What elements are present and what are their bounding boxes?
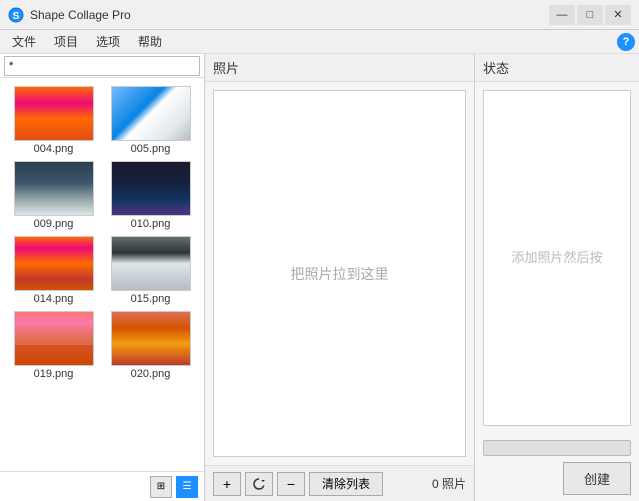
minimize-button[interactable]: — — [549, 5, 575, 25]
photo-filename: 009.png — [34, 218, 74, 230]
list-item[interactable]: 004.png — [8, 86, 99, 155]
menu-project[interactable]: 项目 — [46, 31, 86, 52]
photos-panel: 照片 把照片拉到这里 + − 清除列表 0 照片 — [205, 54, 475, 501]
photo-toolbar: + − 清除列表 0 照片 — [205, 465, 474, 501]
clear-list-button[interactable]: 清除列表 — [309, 472, 383, 496]
photo-thumbnail — [14, 236, 94, 291]
status-panel: 状态 添加照片然后按 创建 — [475, 54, 639, 501]
list-item[interactable]: 014.png — [8, 236, 99, 305]
photo-filename: 005.png — [131, 143, 171, 155]
photo-thumbnail — [14, 161, 94, 216]
title-bar-left: S Shape Collage Pro — [8, 7, 131, 23]
preview-area: 添加照片然后按 — [483, 90, 631, 426]
menu-bar-right: ? — [617, 33, 635, 51]
menu-help[interactable]: 帮助 — [130, 31, 170, 52]
menu-options[interactable]: 选项 — [88, 31, 128, 52]
menu-file[interactable]: 文件 — [4, 31, 44, 52]
photo-count: 0 照片 — [432, 475, 466, 492]
help-button[interactable]: ? — [617, 33, 635, 51]
app-icon: S — [8, 7, 24, 23]
path-input[interactable] — [4, 56, 200, 76]
status-header: 状态 — [475, 54, 639, 82]
path-bar — [0, 54, 204, 78]
photo-thumbnail — [111, 311, 191, 366]
photo-filename: 015.png — [131, 293, 171, 305]
grid-view-button[interactable]: ⊞ — [150, 476, 172, 498]
photo-thumbnail — [111, 236, 191, 291]
photo-filename: 004.png — [34, 143, 74, 155]
photo-thumbnail — [14, 86, 94, 141]
drop-area[interactable]: 把照片拉到这里 — [213, 90, 466, 457]
photo-filename: 019.png — [34, 368, 74, 380]
list-item[interactable]: 020.png — [105, 311, 196, 380]
list-view-button[interactable]: ☰ — [176, 476, 198, 498]
remove-photo-button[interactable]: − — [277, 472, 305, 496]
photo-filename: 010.png — [131, 218, 171, 230]
right-bottom: 创建 — [475, 434, 639, 501]
refresh-icon — [252, 477, 266, 491]
maximize-button[interactable]: □ — [577, 5, 603, 25]
photo-thumbnail — [111, 86, 191, 141]
progress-bar-container — [483, 440, 631, 456]
window-title: Shape Collage Pro — [30, 8, 131, 22]
refresh-button[interactable] — [245, 472, 273, 496]
photos-header: 照片 — [205, 54, 474, 82]
list-item[interactable]: 009.png — [8, 161, 99, 230]
photo-filename: 014.png — [34, 293, 74, 305]
window-controls: — □ ✕ — [549, 5, 631, 25]
list-item[interactable]: 015.png — [105, 236, 196, 305]
photo-thumbnail — [14, 311, 94, 366]
photo-grid: 004.png 005.png 009.png 010.png 014.png 015.p… — [0, 78, 204, 471]
list-item[interactable]: 010.png — [105, 161, 196, 230]
photo-filename: 020.png — [131, 368, 171, 380]
menu-bar: 文件 项目 选项 帮助 ? — [0, 30, 639, 54]
close-button[interactable]: ✕ — [605, 5, 631, 25]
list-item[interactable]: 005.png — [105, 86, 196, 155]
create-button[interactable]: 创建 — [563, 462, 631, 495]
list-item[interactable]: 019.png — [8, 311, 99, 380]
main-layout: 004.png 005.png 009.png 010.png 014.png 015.p… — [0, 54, 639, 501]
svg-text:S: S — [13, 11, 20, 22]
title-bar: S Shape Collage Pro — □ ✕ — [0, 0, 639, 30]
add-photo-button[interactable]: + — [213, 472, 241, 496]
file-browser-panel: 004.png 005.png 009.png 010.png 014.png 015.p… — [0, 54, 205, 501]
bottom-bar-left: ⊞ ☰ — [0, 471, 204, 501]
photo-thumbnail — [111, 161, 191, 216]
